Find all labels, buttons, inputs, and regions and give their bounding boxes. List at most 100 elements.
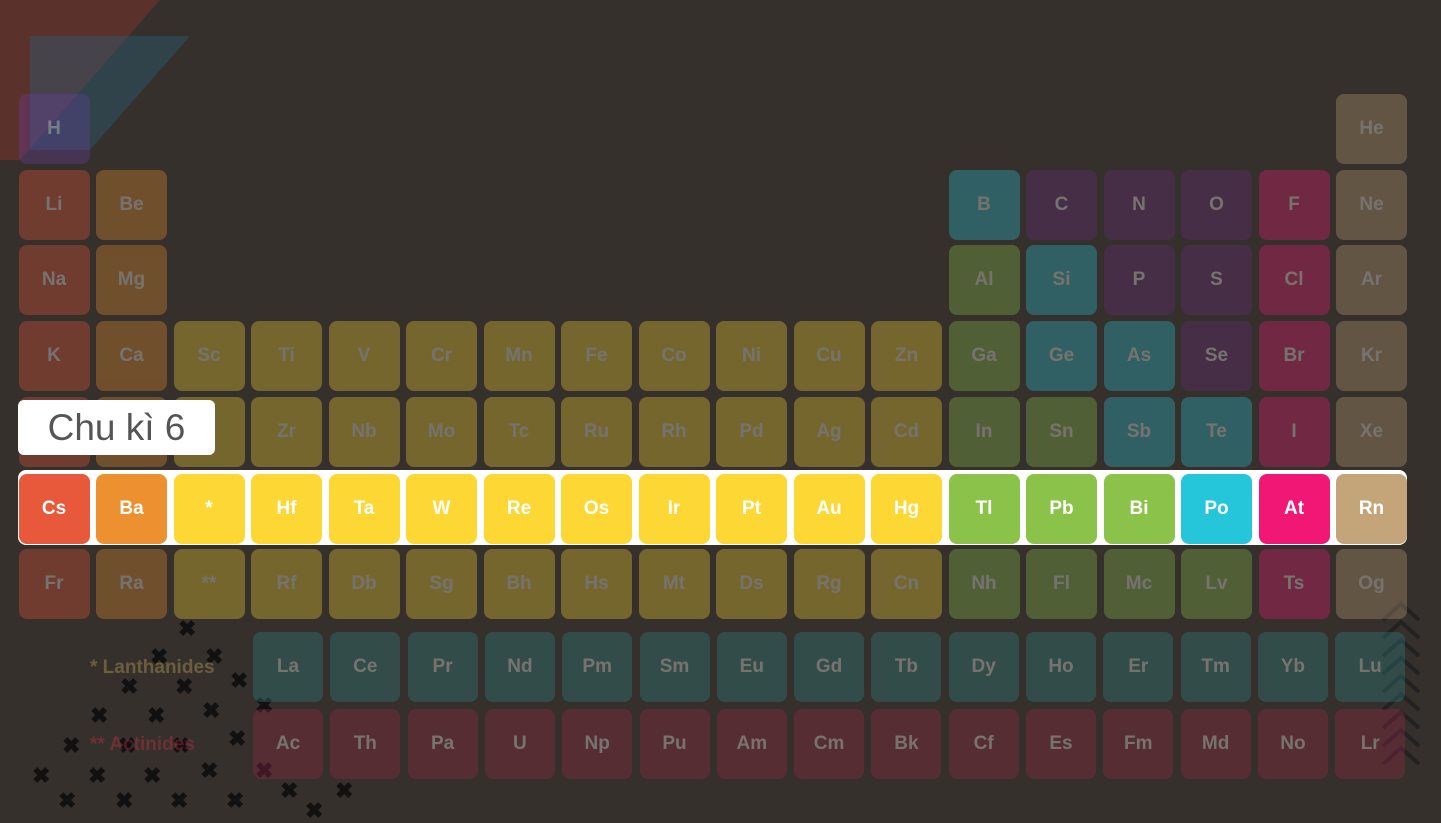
element-cell[interactable]: Sg	[406, 549, 477, 619]
element-cell[interactable]: Ca	[96, 321, 167, 391]
element-cell[interactable]: Ts	[1258, 549, 1330, 619]
element-cell[interactable]: Lv	[1181, 549, 1252, 619]
element-cell[interactable]: Te	[1181, 397, 1252, 467]
element-cell[interactable]: Pb	[1026, 474, 1097, 544]
actinide-cell[interactable]: Np	[562, 709, 633, 779]
element-cell[interactable]: Rn	[1336, 474, 1407, 544]
actinide-cell[interactable]: Pu	[639, 709, 710, 779]
lanthanide-cell[interactable]: Dy	[948, 632, 1019, 702]
element-cell[interactable]: I	[1258, 397, 1330, 467]
element-cell[interactable]: Se	[1181, 321, 1252, 391]
element-cell[interactable]: Hg	[871, 474, 942, 544]
element-cell[interactable]: Sb	[1103, 397, 1175, 467]
element-cell[interactable]: Rh	[638, 397, 710, 467]
element-cell[interactable]: H	[18, 94, 90, 164]
element-cell[interactable]: Al	[948, 245, 1020, 315]
actinide-cell[interactable]: Cf	[948, 709, 1019, 779]
actinide-cell[interactable]: Lr	[1335, 709, 1406, 779]
element-cell[interactable]: Ga	[948, 321, 1020, 391]
element-cell[interactable]: Fl	[1026, 549, 1097, 619]
element-cell[interactable]: Sc	[173, 321, 245, 391]
element-cell[interactable]: Zn	[871, 321, 942, 391]
element-cell[interactable]: Og	[1336, 549, 1407, 619]
element-cell[interactable]: Cu	[793, 321, 865, 391]
element-cell[interactable]: As	[1103, 321, 1175, 391]
element-cell[interactable]: Ni	[716, 321, 787, 391]
element-cell[interactable]: Rf	[251, 549, 322, 619]
element-cell[interactable]: Hs	[561, 549, 632, 619]
element-cell[interactable]: O	[1181, 170, 1252, 240]
element-cell[interactable]: Mo	[406, 397, 477, 467]
element-cell[interactable]: Mt	[638, 549, 710, 619]
element-cell[interactable]: Br	[1258, 321, 1330, 391]
element-cell[interactable]: Re	[483, 474, 555, 544]
element-cell[interactable]: Ge	[1026, 321, 1097, 391]
element-cell[interactable]: Ir	[638, 474, 710, 544]
actinide-cell[interactable]: Ac	[253, 709, 323, 779]
element-cell[interactable]: Bi	[1103, 474, 1175, 544]
actinide-cell[interactable]: Pa	[407, 709, 478, 779]
actinide-cell[interactable]: Bk	[871, 709, 942, 779]
lanthanide-cell[interactable]: Lu	[1335, 632, 1406, 702]
element-cell[interactable]: Be	[96, 170, 167, 240]
lanthanide-cell[interactable]: Er	[1103, 632, 1174, 702]
element-cell[interactable]: Mc	[1103, 549, 1175, 619]
element-cell[interactable]: Po	[1181, 474, 1252, 544]
element-cell[interactable]: V	[328, 321, 400, 391]
element-cell[interactable]: Cr	[406, 321, 477, 391]
element-cell[interactable]: Ds	[716, 549, 787, 619]
element-cell[interactable]: Ru	[561, 397, 632, 467]
element-cell[interactable]: Db	[328, 549, 400, 619]
lanthanide-cell[interactable]: Pm	[562, 632, 633, 702]
element-cell[interactable]: Cs	[18, 474, 90, 544]
element-cell[interactable]: Ar	[1336, 245, 1407, 315]
lanthanide-cell[interactable]: Sm	[639, 632, 710, 702]
element-cell[interactable]: P	[1103, 245, 1175, 315]
element-cell[interactable]: Pd	[716, 397, 787, 467]
lanthanide-cell[interactable]: Nd	[484, 632, 555, 702]
element-cell[interactable]: Xe	[1336, 397, 1407, 467]
element-cell[interactable]: **	[173, 549, 245, 619]
actinide-cell[interactable]: No	[1257, 709, 1328, 779]
actinide-cell[interactable]: U	[484, 709, 555, 779]
element-cell[interactable]: Zr	[251, 397, 322, 467]
element-cell[interactable]: Mg	[96, 245, 167, 315]
element-cell[interactable]: C	[1026, 170, 1097, 240]
actinide-cell[interactable]: Th	[330, 709, 401, 779]
element-cell[interactable]: At	[1258, 474, 1330, 544]
lanthanide-cell[interactable]: Yb	[1257, 632, 1328, 702]
actinide-cell[interactable]: Am	[716, 709, 787, 779]
element-cell[interactable]: Tc	[483, 397, 555, 467]
element-cell[interactable]: Cd	[871, 397, 942, 467]
element-cell[interactable]: B	[948, 170, 1020, 240]
element-cell[interactable]: Ti	[251, 321, 322, 391]
lanthanide-cell[interactable]: Pr	[407, 632, 478, 702]
element-cell[interactable]: Na	[18, 245, 90, 315]
element-cell[interactable]: Ra	[96, 549, 167, 619]
element-cell[interactable]: W	[406, 474, 477, 544]
element-cell[interactable]: Rg	[793, 549, 865, 619]
element-cell[interactable]: Hf	[251, 474, 322, 544]
element-cell[interactable]: Nb	[328, 397, 400, 467]
element-cell[interactable]: Pt	[716, 474, 787, 544]
element-cell[interactable]: N	[1103, 170, 1175, 240]
lanthanide-cell[interactable]: Tm	[1180, 632, 1251, 702]
lanthanide-cell[interactable]: Ho	[1026, 632, 1096, 702]
element-cell[interactable]: Ne	[1336, 170, 1407, 240]
lanthanide-cell[interactable]: Tb	[871, 632, 942, 702]
lanthanide-cell[interactable]: Ce	[330, 632, 401, 702]
lanthanide-cell[interactable]: Eu	[716, 632, 787, 702]
element-cell[interactable]: Os	[561, 474, 632, 544]
element-cell[interactable]: Nh	[948, 549, 1020, 619]
actinide-cell[interactable]: Fm	[1103, 709, 1174, 779]
element-cell[interactable]: Ta	[328, 474, 400, 544]
actinide-cell[interactable]: Md	[1180, 709, 1251, 779]
element-cell[interactable]: Ag	[793, 397, 865, 467]
element-cell[interactable]: Bh	[483, 549, 555, 619]
element-cell[interactable]: Cn	[871, 549, 942, 619]
element-cell[interactable]: In	[948, 397, 1020, 467]
element-cell[interactable]: *	[173, 474, 245, 544]
element-cell[interactable]: Fr	[18, 549, 90, 619]
element-cell[interactable]: Li	[18, 170, 90, 240]
element-cell[interactable]: He	[1336, 94, 1407, 164]
